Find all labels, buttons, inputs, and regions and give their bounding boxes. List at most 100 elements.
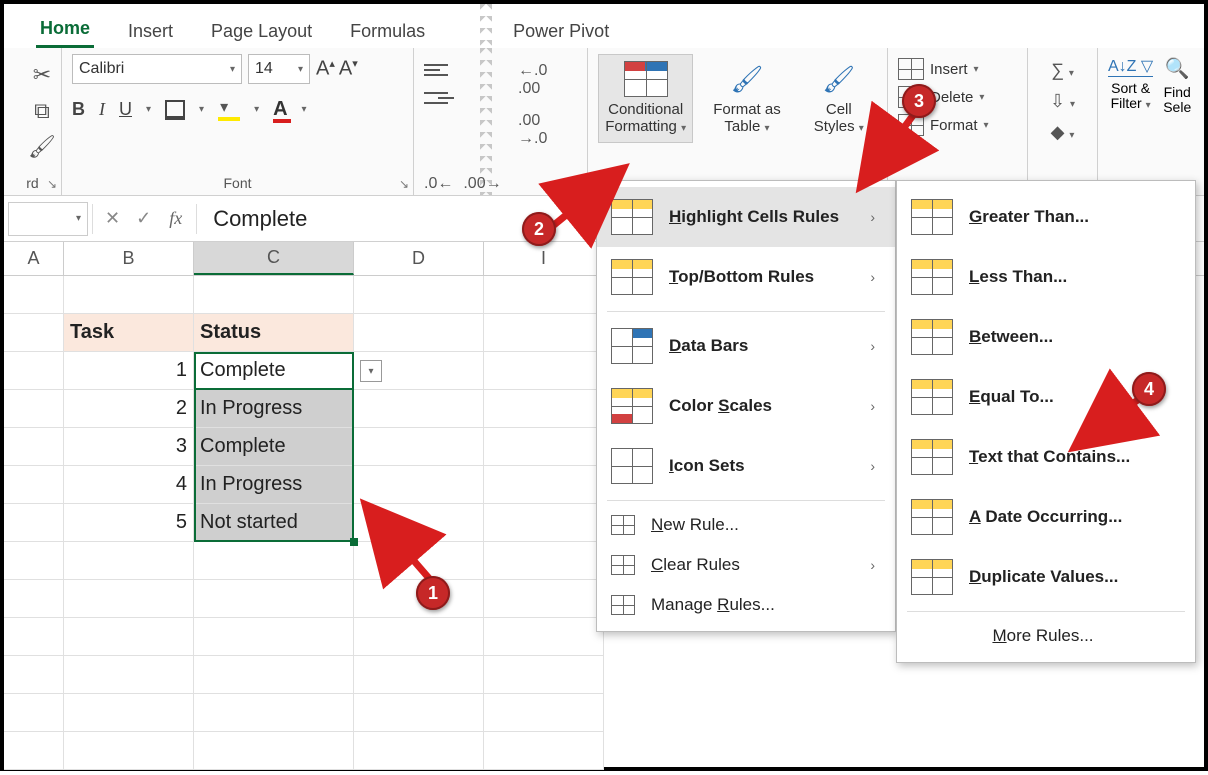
italic-button[interactable]: I — [99, 99, 105, 120]
cell[interactable] — [354, 618, 484, 656]
cell[interactable] — [194, 732, 354, 770]
cell[interactable] — [354, 694, 484, 732]
menu-greater-than[interactable]: Greater Than... Greater Than... — [897, 187, 1195, 247]
fill-color-button[interactable] — [218, 99, 240, 121]
cell[interactable] — [4, 694, 64, 732]
cell[interactable] — [354, 390, 484, 428]
cell[interactable] — [354, 314, 484, 352]
cell[interactable] — [354, 276, 484, 314]
cell[interactable] — [4, 276, 64, 314]
tab-page-layout[interactable]: Page Layout — [207, 15, 316, 48]
underline-button[interactable]: U — [119, 99, 132, 120]
col-header-C[interactable]: C — [194, 242, 354, 275]
task-number[interactable]: 2 — [64, 390, 194, 428]
data-validation-dropdown[interactable]: ▾ — [360, 360, 382, 382]
cell[interactable] — [484, 618, 604, 656]
chevron-down-icon[interactable]: ▾ — [254, 104, 259, 115]
status-cell[interactable]: Complete — [194, 352, 354, 390]
cell[interactable] — [354, 656, 484, 694]
cell[interactable] — [4, 352, 64, 390]
menu-data-bars[interactable]: Data Bars › Data Bars — [597, 316, 895, 376]
cell[interactable] — [484, 390, 604, 428]
menu-top-bottom-rules[interactable]: Top/Bottom Rules › Top/Bottom Rules — [597, 247, 895, 307]
cell[interactable] — [64, 580, 194, 618]
cell[interactable] — [484, 694, 604, 732]
cell[interactable] — [4, 542, 64, 580]
cell[interactable] — [64, 618, 194, 656]
status-cell[interactable]: In Progress — [194, 390, 354, 428]
font-size-combo[interactable]: 14 ▾ — [248, 54, 310, 84]
clipboard-dialog-launcher[interactable]: ↘ — [47, 177, 57, 191]
cell[interactable] — [64, 656, 194, 694]
increase-decimal-icon[interactable]: .00→ — [463, 175, 501, 193]
cell[interactable] — [354, 504, 484, 542]
task-number[interactable]: 5 — [64, 504, 194, 542]
cell[interactable] — [194, 580, 354, 618]
bold-button[interactable]: B — [72, 99, 85, 120]
menu-text-contains[interactable]: Text that Contains... Text that Contains… — [897, 427, 1195, 487]
menu-between[interactable]: Between... Between... — [897, 307, 1195, 367]
cell[interactable] — [484, 352, 604, 390]
cell[interactable] — [484, 656, 604, 694]
number-dialog-launcher[interactable]: ↘ — [573, 177, 583, 191]
task-number[interactable]: 4 — [64, 466, 194, 504]
menu-new-rule[interactable]: New Rule... New Rule... — [597, 505, 895, 545]
col-header-I[interactable]: I — [484, 242, 604, 275]
cell[interactable] — [484, 466, 604, 504]
font-name-combo[interactable]: Calibri ▾ — [72, 54, 242, 84]
cell[interactable] — [194, 542, 354, 580]
menu-icon-sets[interactable]: Icon Sets › Icon Sets — [597, 436, 895, 496]
fill-icon[interactable]: ⇩ ▾ — [1050, 91, 1075, 112]
cell[interactable] — [484, 732, 604, 770]
cell[interactable] — [4, 504, 64, 542]
status-cell[interactable]: In Progress — [194, 466, 354, 504]
cell[interactable] — [64, 732, 194, 770]
find-select-button[interactable]: 🔍 FindSele — [1163, 56, 1191, 193]
conditional-formatting-button[interactable]: ConditionalFormatting ▾ — [598, 54, 693, 143]
enter-icon[interactable]: ✓ — [136, 208, 151, 229]
cell[interactable] — [484, 428, 604, 466]
cell[interactable] — [194, 276, 354, 314]
cell[interactable] — [64, 542, 194, 580]
formula-bar-value[interactable]: Complete — [201, 206, 307, 232]
increase-decimal-icon[interactable]: .00→.0 — [518, 112, 577, 148]
sort-filter-button[interactable]: A↓Z ▽ Sort &Filter ▾ — [1108, 56, 1153, 193]
status-cell[interactable]: Complete — [194, 428, 354, 466]
decrease-decimal-icon[interactable]: .0← — [424, 175, 453, 193]
status-cell[interactable]: Not started — [194, 504, 354, 542]
font-color-button[interactable]: A — [273, 98, 287, 121]
decrease-font-icon[interactable]: A▾ — [339, 57, 358, 81]
header-status[interactable]: Status — [194, 314, 354, 352]
cell[interactable] — [354, 542, 484, 580]
cell[interactable] — [484, 580, 604, 618]
cell[interactable] — [4, 428, 64, 466]
task-number[interactable]: 1 — [64, 352, 194, 390]
cell[interactable] — [4, 732, 64, 770]
increase-font-icon[interactable]: A▴ — [316, 57, 335, 81]
tab-insert[interactable]: Insert — [124, 15, 177, 48]
fill-handle[interactable] — [350, 538, 358, 546]
menu-clear-rules[interactable]: Clear Rules › Clear Rules — [597, 545, 895, 585]
cell[interactable] — [194, 618, 354, 656]
task-number[interactable]: 3 — [64, 428, 194, 466]
cell[interactable] — [484, 314, 604, 352]
cell[interactable] — [194, 656, 354, 694]
cell[interactable] — [4, 314, 64, 352]
align-left-icon[interactable] — [424, 64, 468, 76]
fx-icon[interactable]: fx — [159, 208, 192, 229]
cell[interactable] — [4, 580, 64, 618]
cell[interactable] — [484, 504, 604, 542]
menu-color-scales[interactable]: Color Scales › Color Scales — [597, 376, 895, 436]
menu-duplicate-values[interactable]: Duplicate Values... Duplicate Values... — [897, 547, 1195, 607]
menu-more-rules[interactable]: More Rules... More Rules... — [897, 616, 1195, 656]
cell[interactable] — [64, 276, 194, 314]
clear-icon[interactable]: ◆ ▾ — [1051, 122, 1075, 143]
cell[interactable] — [354, 732, 484, 770]
decrease-decimal-icon[interactable]: ←.0.00 — [518, 62, 577, 98]
copy-icon[interactable]: ⧉ — [34, 98, 50, 124]
cell[interactable] — [194, 694, 354, 732]
tab-home[interactable]: Home — [36, 12, 94, 48]
col-header-B[interactable]: B — [64, 242, 194, 275]
cell[interactable] — [4, 618, 64, 656]
format-as-table-button[interactable]: 🖌 Format asTable ▾ — [699, 54, 794, 143]
